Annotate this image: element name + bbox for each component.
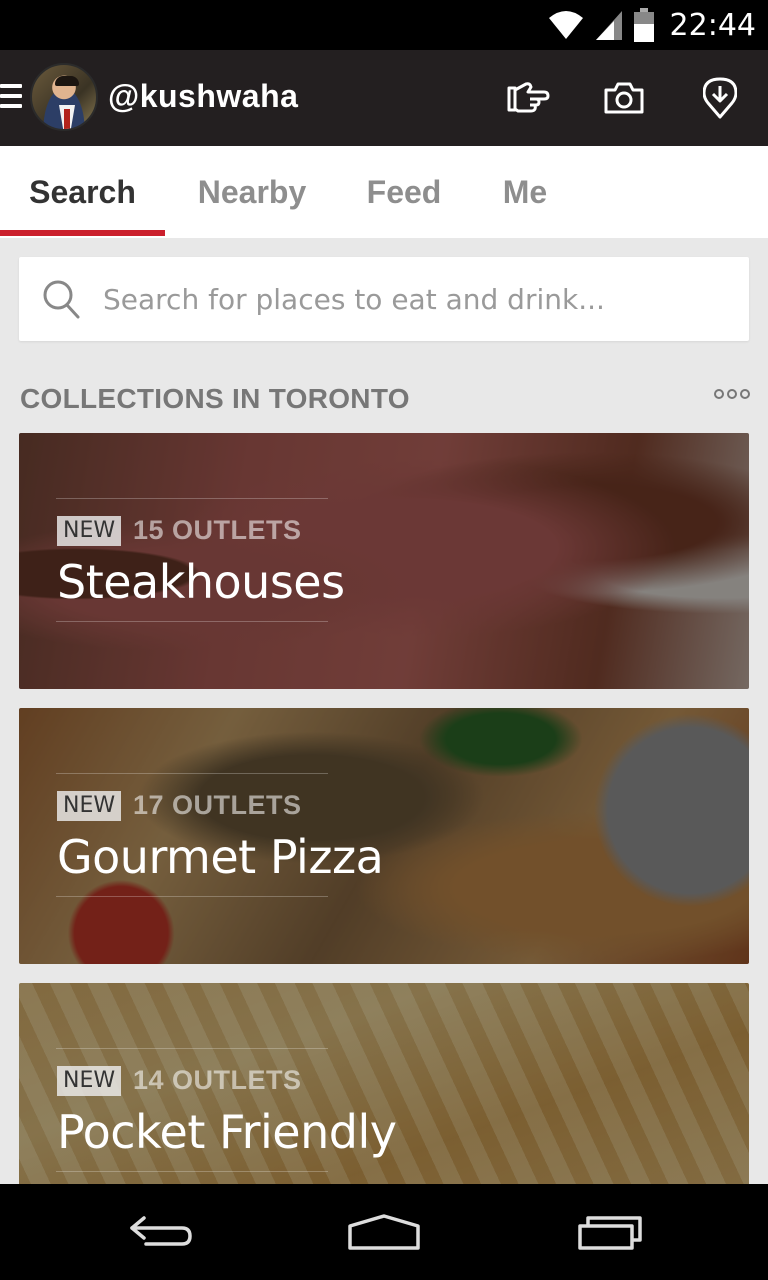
collection-title: Gourmet Pizza [57,830,384,884]
collections-title: COLLECTIONS IN TORONTO [20,383,410,414]
tab-feed[interactable]: Feed [350,146,458,238]
tab-bar: Search Nearby Feed Me [0,146,768,238]
status-time: 22:44 [669,7,756,43]
username[interactable]: @kushwaha [108,78,298,115]
avatar[interactable] [30,63,98,131]
status-icons: 22:44 [548,6,756,44]
back-icon [130,1216,192,1246]
collection-card-gourmet-pizza[interactable]: NEW 17 OUTLETS Gourmet Pizza [19,708,749,964]
signal-icon [595,11,622,40]
system-nav-bar [0,1184,768,1280]
new-badge: NEW [57,516,122,546]
collection-card-pocket-friendly[interactable]: NEW 14 OUTLETS Pocket Friendly [19,983,749,1184]
more-options-icon[interactable] [714,389,750,399]
search-box[interactable] [19,257,749,341]
wifi-icon [548,11,583,39]
collection-card-steakhouses[interactable]: NEW 15 OUTLETS Steakhouses [19,433,749,689]
active-tab-indicator [0,230,165,236]
search-icon [43,280,80,319]
home-icon [348,1214,420,1250]
collection-title: Steakhouses [57,555,345,609]
collection-title: Pocket Friendly [57,1105,397,1159]
outlet-count: 17 OUTLETS [133,790,302,820]
battery-icon [633,8,654,42]
location-pin-icon[interactable] [696,74,744,122]
tab-search[interactable]: Search [0,146,165,238]
search-input[interactable] [103,257,733,341]
recents-button[interactable] [570,1206,650,1258]
new-badge: NEW [57,791,122,821]
camera-icon[interactable] [600,74,648,122]
tab-nearby[interactable]: Nearby [177,146,327,238]
hand-point-icon[interactable] [504,74,552,122]
outlet-count: 14 OUTLETS [133,1065,302,1095]
back-button[interactable] [120,1206,200,1258]
tab-me[interactable]: Me [486,146,564,238]
outlet-count: 15 OUTLETS [133,515,302,545]
new-badge: NEW [57,1066,122,1096]
app-bar: @kushwaha [0,50,768,146]
home-button[interactable] [344,1206,424,1258]
menu-icon[interactable] [0,84,24,112]
search-screen: COLLECTIONS IN TORONTO NEW 15 OUTLETS St… [0,238,768,1184]
status-bar: 22:44 [0,0,768,50]
recents-icon [578,1216,642,1250]
